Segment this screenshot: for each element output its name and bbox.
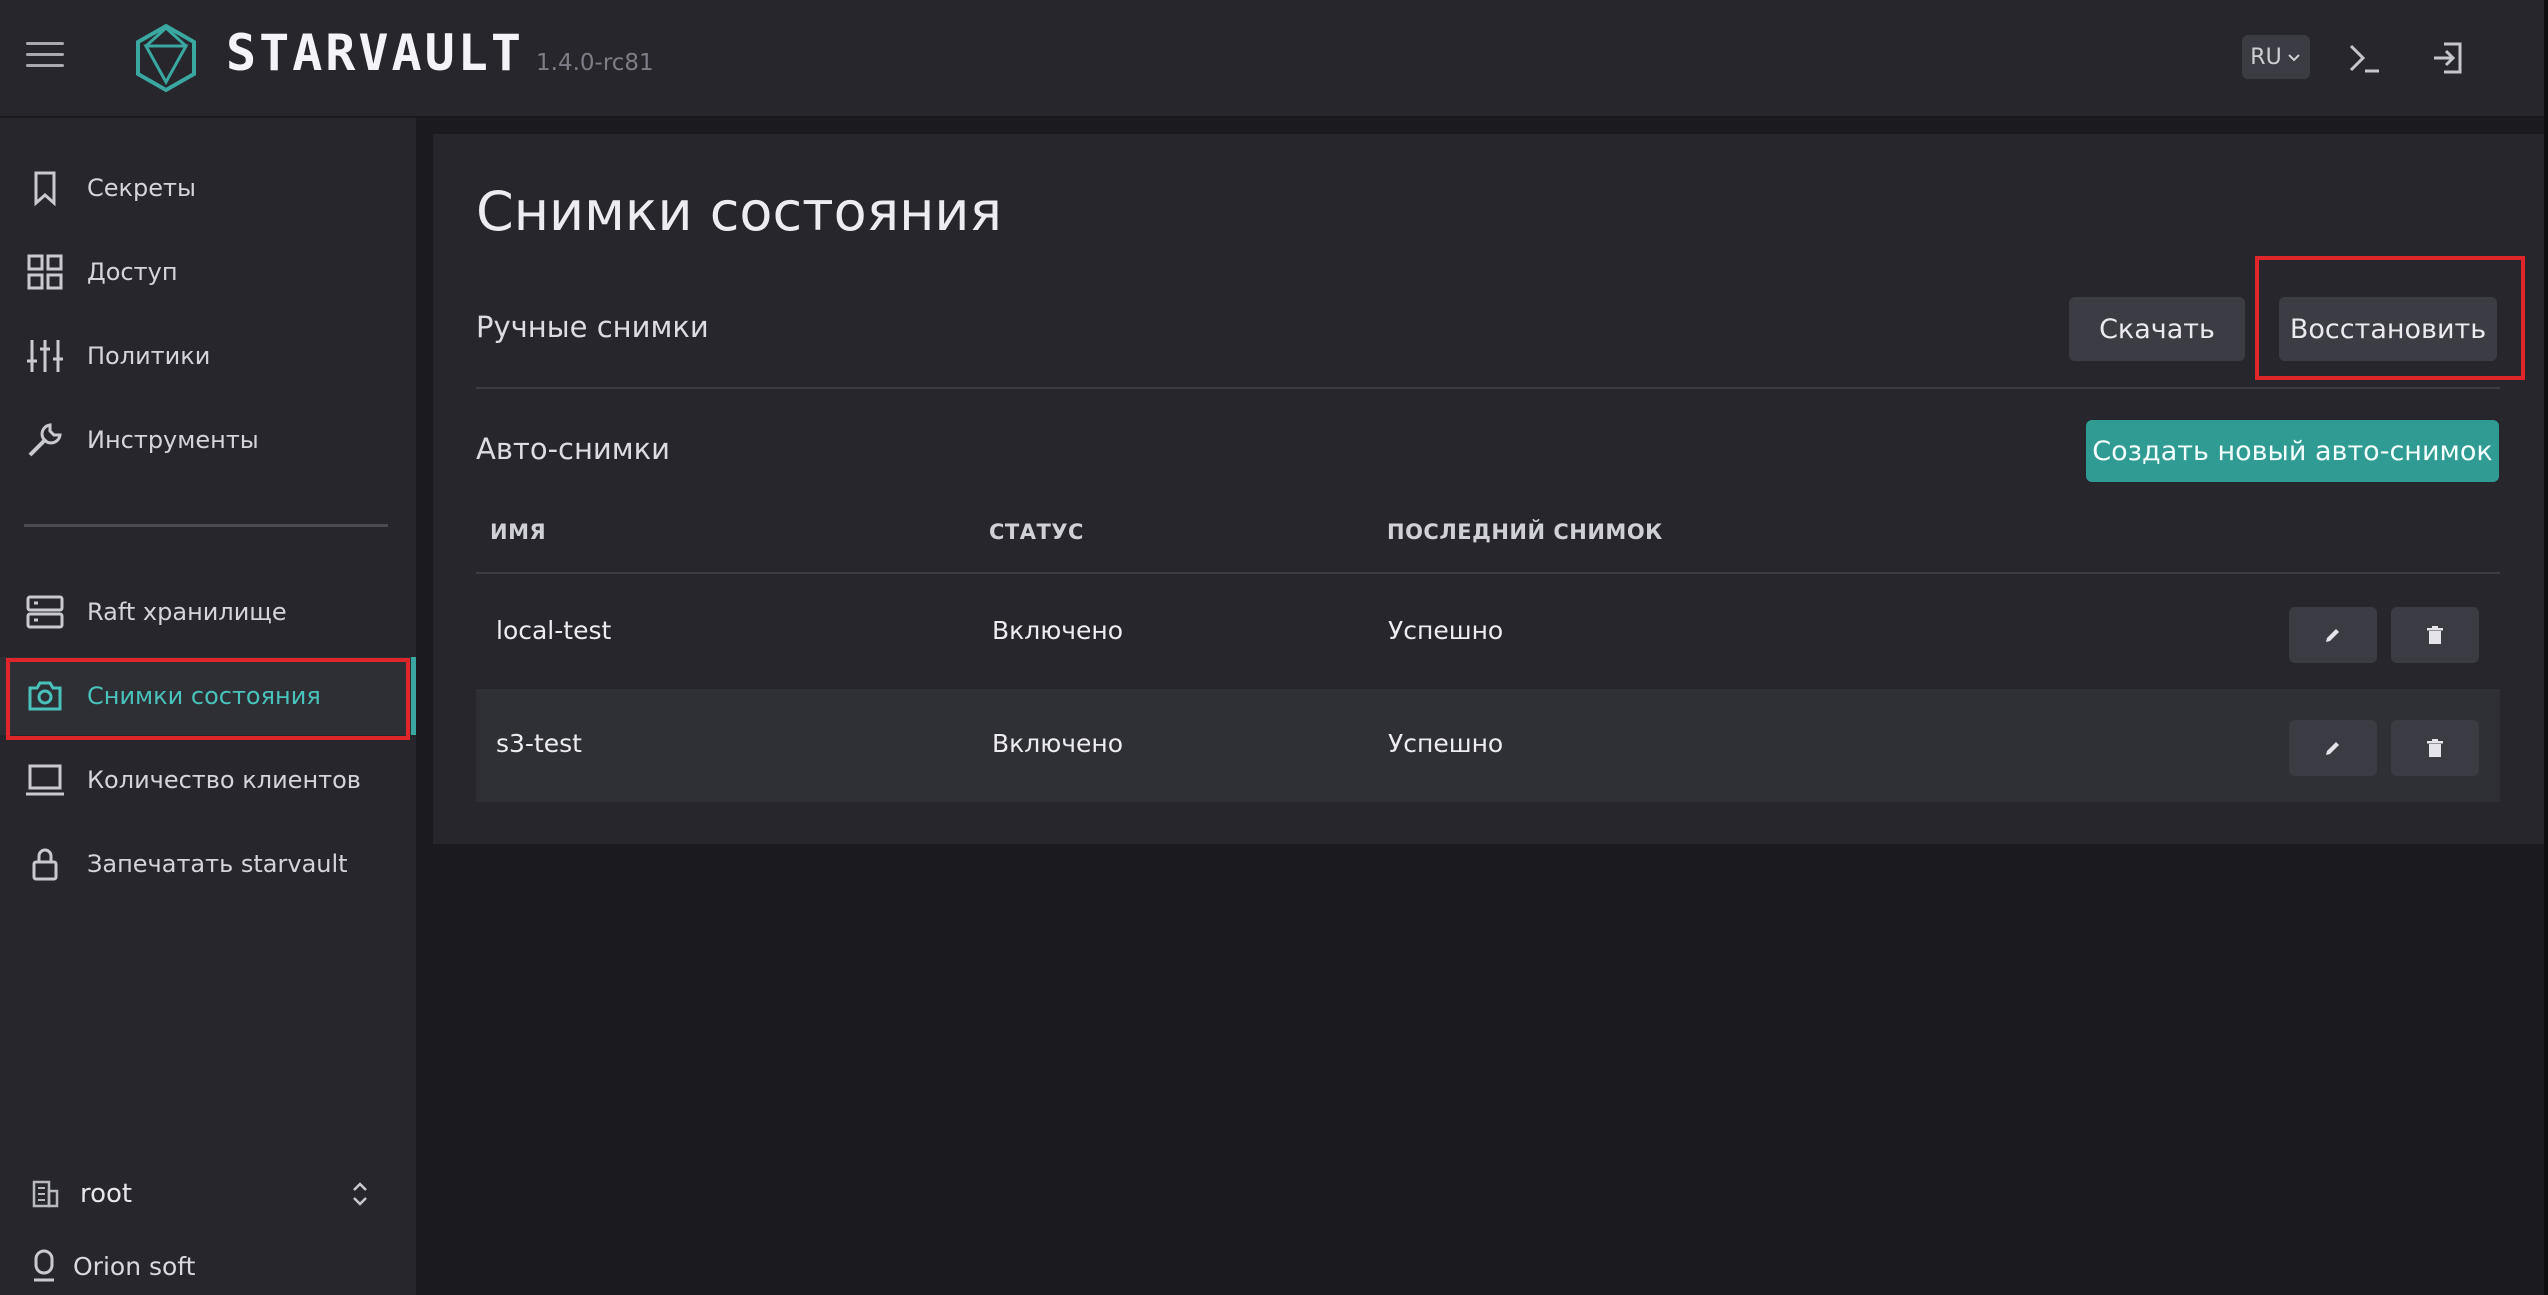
auto-snapshots-title: Авто-снимки — [476, 432, 671, 466]
namespace-label: root — [80, 1179, 133, 1209]
server-icon — [26, 595, 64, 629]
row-status: Включено — [992, 729, 1124, 758]
bookmark-icon — [34, 171, 56, 207]
column-header-status: СТАТУС — [989, 520, 1084, 544]
edit-button[interactable] — [2289, 607, 2377, 663]
delete-button[interactable] — [2391, 607, 2479, 663]
column-header-name: ИМЯ — [490, 520, 547, 544]
namespace-picker[interactable]: root — [0, 1168, 416, 1220]
sidebar-item-label: Raft хранилище — [87, 598, 287, 626]
delete-button[interactable] — [2391, 720, 2479, 776]
sidebar-item-label: Политики — [87, 342, 211, 370]
camera-icon — [28, 681, 62, 711]
table-row: s3-test Включено Успешно — [476, 689, 2500, 802]
restore-button[interactable]: Восстановить — [2279, 297, 2497, 361]
lock-icon — [32, 848, 58, 881]
starvault-logo-icon — [136, 23, 196, 93]
menu-icon[interactable] — [26, 42, 64, 72]
company-label: Orion soft — [73, 1251, 196, 1281]
sidebar-item-seal[interactable]: Запечатать starvault — [0, 825, 416, 903]
sidebar-item-label: Количество клиентов — [87, 766, 361, 794]
sidebar-item-tools[interactable]: Инструменты — [0, 401, 416, 479]
language-label: RU — [2250, 44, 2282, 70]
sidebar-item-secrets[interactable]: Секреты — [0, 149, 416, 227]
sliders-icon — [27, 340, 63, 372]
edit-button[interactable] — [2289, 720, 2377, 776]
create-auto-snapshot-button[interactable]: Создать новый авто-снимок — [2086, 420, 2499, 482]
top-header: STARVAULT 1.4.0-rc81 RU — [0, 0, 2548, 117]
grid-icon — [27, 254, 63, 290]
trash-icon — [2427, 739, 2443, 757]
pencil-icon — [2326, 742, 2339, 755]
sidebar-item-snapshots[interactable]: Снимки состояния — [0, 657, 416, 735]
logout-icon[interactable] — [2428, 38, 2468, 78]
sidebar-item-label: Запечатать starvault — [87, 850, 348, 878]
page-title: Снимки состояния — [476, 180, 1002, 243]
language-select[interactable]: RU — [2242, 35, 2310, 79]
row-name: local-test — [496, 616, 612, 645]
row-status: Включено — [992, 616, 1124, 645]
version-label: 1.4.0-rc81 — [536, 50, 654, 76]
terminal-icon[interactable] — [2345, 38, 2385, 78]
manual-snapshots-title: Ручные снимки — [476, 310, 709, 344]
wrench-icon — [28, 423, 62, 457]
trash-icon — [2427, 626, 2443, 644]
column-header-last-snapshot: ПОСЛЕДНИЙ СНИМОК — [1387, 520, 1663, 544]
brand-name: STARVAULT — [226, 24, 524, 82]
sidebar-item-label: Снимки состояния — [87, 682, 321, 710]
sidebar-item-raft-storage[interactable]: Raft хранилище — [0, 573, 416, 651]
section-divider — [476, 387, 2500, 389]
sidebar-item-client-count[interactable]: Количество клиентов — [0, 741, 416, 819]
orion-logo-icon — [34, 1249, 54, 1282]
row-last-snapshot: Успешно — [1388, 616, 1504, 645]
download-button[interactable]: Скачать — [2069, 297, 2245, 361]
laptop-icon — [26, 764, 64, 796]
sidebar-item-label: Секреты — [87, 174, 196, 202]
sidebar-item-label: Доступ — [87, 258, 178, 286]
pencil-icon — [2326, 629, 2339, 642]
sidebar-divider — [24, 524, 388, 527]
table-header: ИМЯ СТАТУС ПОСЛЕДНИЙ СНИМОК — [476, 510, 2500, 574]
sidebar-item-access[interactable]: Доступ — [0, 233, 416, 311]
sidebar-item-label: Инструменты — [87, 426, 259, 454]
row-last-snapshot: Успешно — [1388, 729, 1504, 758]
building-icon — [32, 1180, 59, 1208]
chevron-down-icon — [2287, 54, 2300, 62]
sidebar-item-policies[interactable]: Политики — [0, 317, 416, 395]
chevron-up-down-icon — [353, 1182, 367, 1206]
window-edge — [2544, 0, 2548, 1295]
company-brand: Orion soft — [0, 1242, 416, 1290]
table-row: local-test Включено Успешно — [476, 576, 2500, 689]
row-name: s3-test — [496, 729, 582, 758]
